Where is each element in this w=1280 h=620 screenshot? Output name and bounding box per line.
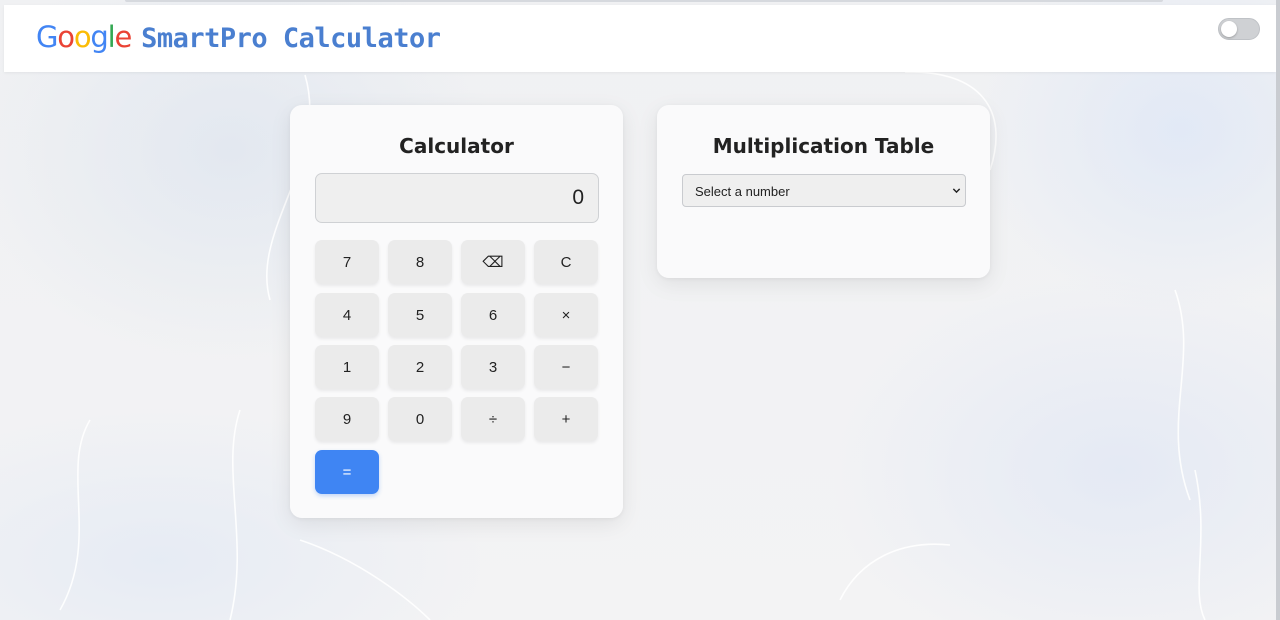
number-select[interactable]: Select a number [682,174,966,207]
toggle-knob [1221,21,1237,37]
google-logo-letter: o [57,19,75,54]
calculator-card: Calculator 0 7 8 ⌫ C 4 5 6 × 1 2 3−9 0 ÷ + = [290,105,623,518]
multiplication-table-card: Multiplication Table Select a number [657,105,990,278]
key-6[interactable]: 6 [461,293,525,337]
google-logo: Google [36,19,132,54]
google-logo-letter: l [107,19,116,54]
multiply-button[interactable]: × [534,293,598,337]
scrollbar-edge [1276,0,1280,620]
clear-button[interactable]: C [534,240,598,284]
multiplication-table-title: Multiplication Table [712,134,935,158]
google-logo-letter: g [90,19,108,54]
key-1[interactable]: 1 [315,345,379,389]
key-8[interactable]: 8 [388,240,452,284]
key-7[interactable]: 7 [315,240,379,284]
google-logo-letter: e [114,19,132,54]
app-logo: Google SmartPro Calculator [36,19,441,54]
add-button[interactable]: + [534,397,598,441]
divide-button[interactable]: ÷ [461,397,525,441]
key-3[interactable]: 3 [461,345,525,389]
app-title: SmartPro Calculator [141,22,441,54]
google-logo-letter: o [73,19,92,54]
app-header: Google SmartPro Calculator [4,5,1276,72]
key-9[interactable]: 9 [315,397,379,441]
key-4[interactable]: 4 [315,293,379,337]
theme-toggle[interactable] [1218,18,1260,40]
key-0[interactable]: 0 [388,397,452,441]
number-select-value: Select a number [695,184,790,199]
subtract-button[interactable]: − [534,345,598,389]
backspace-button[interactable]: ⌫ [461,240,525,284]
browser-top-strip [125,0,1163,2]
calculator-display: 0 [315,173,599,223]
google-logo-letter: G [36,19,58,54]
key-2[interactable]: 2 [388,345,452,389]
chevron-down-icon [952,188,961,194]
key-5[interactable]: 5 [388,293,452,337]
background [0,0,1280,620]
equals-button[interactable]: = [315,450,379,494]
calculator-title: Calculator [399,134,514,158]
